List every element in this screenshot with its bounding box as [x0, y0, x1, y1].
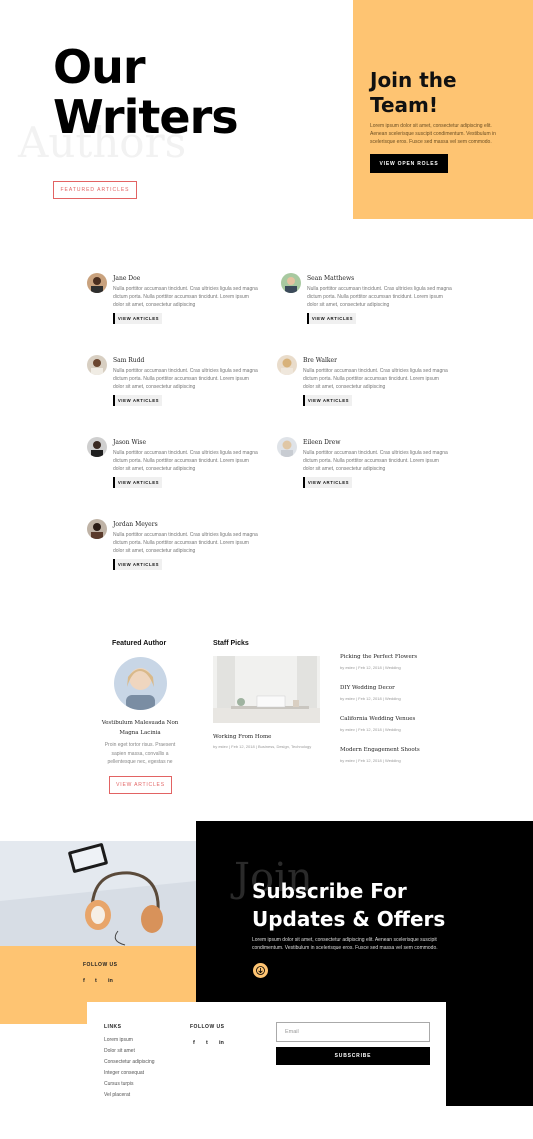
view-articles-button[interactable]: VIEW ARTICLES [113, 477, 162, 488]
view-articles-button[interactable]: VIEW ARTICLES [303, 477, 352, 488]
featured-author-name-line-1: Vestibulum Malesuada Non [101, 720, 179, 726]
join-team-text: Lorem ipsum dolor sit amet, consectetur … [370, 123, 496, 145]
featured-author-bio: Proin eget tortor risus. Praesent sapien… [104, 742, 176, 765]
page-title-line-1: Our [53, 40, 146, 94]
author-bio: Nulla porttitor accumsan tincidunt. Cras… [303, 450, 448, 472]
author-name: Jason Wise [113, 439, 147, 446]
follow-us-heading: FOLLOW US [83, 962, 118, 968]
author-avatar [87, 355, 107, 375]
author-name: Sean Matthews [307, 275, 355, 282]
featured-author-photo [114, 657, 167, 710]
links-heading: LINKS [104, 1024, 122, 1030]
subscribe-title-line-2: Updates & Offers [252, 907, 446, 931]
footer-link[interactable]: Cursus turpis [104, 1081, 133, 1087]
footer-link[interactable]: Integer consequat [104, 1070, 144, 1076]
post-meta: by estev | Feb 12, 2018 | Wedding [340, 758, 401, 763]
email-input[interactable]: Email [276, 1022, 430, 1042]
subscribe-button[interactable]: SUBSCRIBE [276, 1047, 430, 1065]
author-avatar [87, 437, 107, 457]
author-avatar [277, 437, 297, 457]
view-articles-button[interactable]: VIEW ARTICLES [113, 313, 162, 324]
footer-link[interactable]: Dolor sit amet [104, 1048, 135, 1054]
footer-link[interactable]: Vel placerat [104, 1092, 130, 1098]
staff-pick-title[interactable]: Working From Home [213, 734, 271, 740]
footer-follow-heading: FOLLOW US [190, 1024, 225, 1030]
footer: LINKS Lorem ipsum Dolor sit amet Consect… [87, 1002, 446, 1139]
featured-author-name: Vestibulum Malesuada Non Magna Lacinia [100, 718, 180, 738]
footer-link[interactable]: Lorem ipsum [104, 1037, 133, 1043]
page-title: Our Writers [53, 40, 239, 144]
view-open-roles-button[interactable]: VIEW OPEN ROLES [370, 154, 448, 173]
join-team-title: Join the Team! [370, 68, 457, 118]
featured-author-name-line-2: Magna Lacinia [119, 730, 161, 736]
subscribe-text: Lorem ipsum dolor sit amet, consectetur … [252, 937, 438, 951]
post-meta: by estev | Feb 12, 2018 | Wedding [340, 696, 401, 701]
post-meta: by estev | Feb 12, 2018 | Wedding [340, 665, 401, 670]
footer-link[interactable]: Consectetur adipiscing [104, 1059, 155, 1065]
author-name: Bre Walker [303, 357, 337, 364]
author-name: Eileen Drew [303, 439, 341, 446]
author-bio: Nulla porttitor accumsan tincidunt. Cras… [307, 286, 452, 308]
view-articles-button[interactable]: VIEW ARTICLES [113, 395, 162, 406]
staff-pick-image[interactable] [213, 656, 320, 723]
linkedin-icon[interactable]: in [108, 978, 113, 984]
staff-picks-heading: Staff Picks [213, 640, 249, 647]
post-title[interactable]: DIY Wedding Decor [340, 685, 395, 691]
headphones-photo [0, 841, 196, 946]
view-articles-button[interactable]: VIEW ARTICLES [303, 395, 352, 406]
author-name: Jane Doe [113, 275, 141, 282]
subscribe-title-line-1: Subscribe For [252, 879, 407, 903]
subscribe-title: Subscribe For Updates & Offers [252, 877, 445, 933]
arrow-down-icon[interactable] [253, 963, 268, 978]
staff-pick-meta: by estev | Feb 12, 2018 | Business, Desi… [213, 744, 312, 749]
author-bio: Nulla porttitor accumsan tincidunt. Cras… [113, 450, 258, 472]
author-avatar [277, 355, 297, 375]
view-articles-button[interactable]: VIEW ARTICLES [113, 559, 162, 570]
author-name: Sam Rudd [113, 357, 145, 364]
join-team-panel: Join the Team! Lorem ipsum dolor sit ame… [353, 0, 533, 219]
featured-view-articles-button[interactable]: VIEW ARTICLES [109, 776, 172, 794]
twitter-icon[interactable]: t [95, 978, 97, 984]
join-title-line-2: Team! [370, 93, 439, 117]
facebook-icon[interactable]: f [83, 978, 85, 984]
join-title-line-1: Join the [370, 68, 457, 92]
author-avatar [87, 519, 107, 539]
author-bio: Nulla porttitor accumsan tincidunt. Cras… [303, 368, 448, 390]
view-articles-button[interactable]: VIEW ARTICLES [307, 313, 356, 324]
author-avatar [281, 273, 301, 293]
post-title[interactable]: Modern Engagement Shoots [340, 747, 420, 753]
twitter-icon[interactable]: t [206, 1040, 208, 1046]
author-avatar [87, 273, 107, 293]
author-bio: Nulla porttitor accumsan tincidunt. Cras… [113, 368, 258, 390]
author-bio: Nulla porttitor accumsan tincidunt. Cras… [113, 286, 258, 308]
page-title-line-2: Writers [53, 90, 239, 144]
post-title[interactable]: Picking the Perfect Flowers [340, 654, 417, 660]
author-name: Jordan Meyers [113, 521, 158, 528]
author-bio: Nulla porttitor accumsan tincidunt. Cras… [113, 532, 258, 554]
post-meta: by estev | Feb 12, 2018 | Wedding [340, 727, 401, 732]
featured-articles-button[interactable]: FEATURED ARTICLES [53, 181, 137, 199]
linkedin-icon[interactable]: in [219, 1040, 224, 1046]
featured-author-heading: Featured Author [112, 640, 167, 647]
facebook-icon[interactable]: f [193, 1040, 195, 1046]
post-title[interactable]: California Wedding Venues [340, 716, 415, 722]
